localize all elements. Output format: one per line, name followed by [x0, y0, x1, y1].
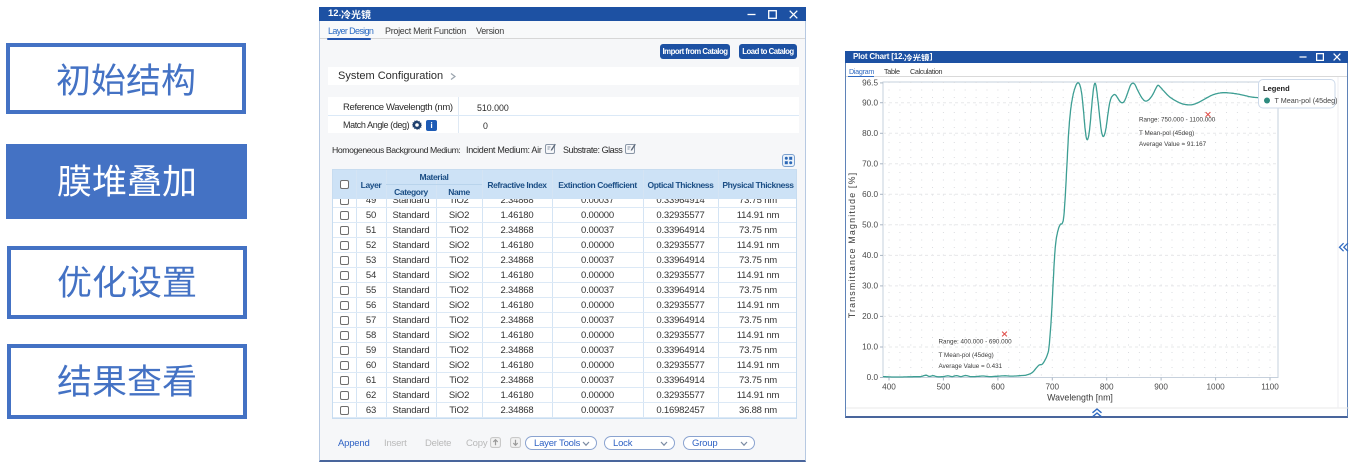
svg-text:Average Value = 91.167: Average Value = 91.167: [1139, 141, 1207, 148]
svg-text:40.0: 40.0: [862, 251, 878, 260]
svg-text:800: 800: [1100, 383, 1114, 392]
svg-text:Legend: Legend: [1263, 84, 1290, 93]
svg-text:700: 700: [1045, 383, 1059, 392]
svg-text:Range: 400.000 - 690.000: Range: 400.000 - 690.000: [939, 339, 1013, 346]
svg-text:Range: 750.000 - 1100.000: Range: 750.000 - 1100.000: [1139, 117, 1216, 124]
svg-text:90.0: 90.0: [862, 98, 878, 107]
svg-text:T Mean-pol (45deg): T Mean-pol (45deg): [1275, 96, 1338, 105]
svg-text:900: 900: [1154, 383, 1168, 392]
svg-text:T Mean-pol (45deg): T Mean-pol (45deg): [1139, 130, 1194, 137]
svg-text:0.0: 0.0: [867, 373, 879, 382]
svg-text:50.0: 50.0: [862, 220, 878, 229]
svg-text:500: 500: [937, 383, 951, 392]
svg-text:20.0: 20.0: [862, 312, 878, 321]
svg-text:70.0: 70.0: [862, 159, 878, 168]
svg-text:Transmittance Magnitude [%]: Transmittance Magnitude [%]: [847, 172, 857, 319]
svg-text:80.0: 80.0: [862, 129, 878, 138]
svg-text:600: 600: [991, 383, 1005, 392]
svg-text:Average Value = 0.431: Average Value = 0.431: [939, 363, 1003, 370]
svg-text:Wavelength [nm]: Wavelength [nm]: [1047, 393, 1113, 403]
svg-text:96.5: 96.5: [862, 79, 878, 88]
svg-text:60.0: 60.0: [862, 190, 878, 199]
svg-text:400: 400: [882, 383, 896, 392]
svg-text:30.0: 30.0: [862, 282, 878, 291]
svg-text:1000: 1000: [1206, 383, 1225, 392]
svg-text:T Mean-pol (45deg): T Mean-pol (45deg): [939, 352, 994, 359]
svg-text:1100: 1100: [1261, 383, 1279, 392]
svg-text:10.0: 10.0: [862, 343, 878, 352]
